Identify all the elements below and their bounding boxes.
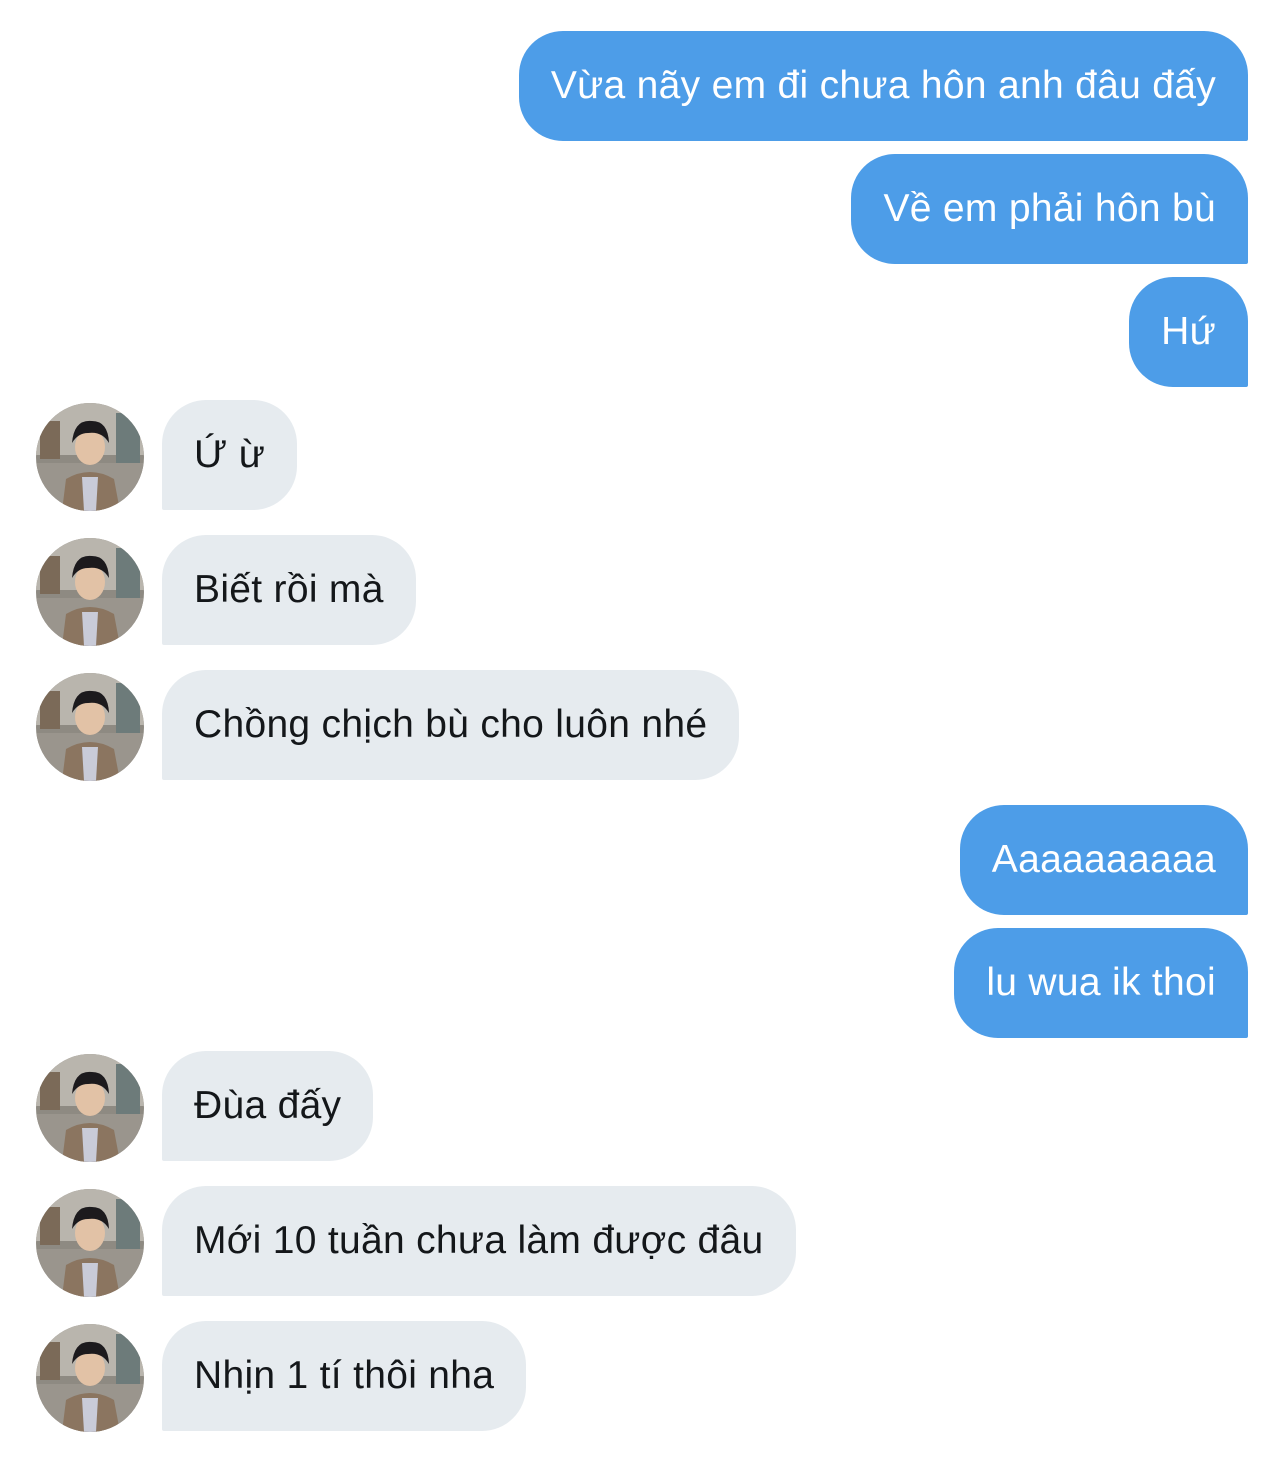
message-text: Ứ ừ [194,433,266,476]
received-message-bubble[interactable]: Mới 10 tuần chưa làm được đâu [162,1186,796,1296]
received-message-bubble[interactable]: Ứ ừ [162,400,298,510]
message-row-sent: lu wua ik thoi [0,928,1284,1038]
message-row-received: Nhịn 1 tí thôi nha [0,1321,1284,1432]
message-text: Vừa nãy em đi chưa hôn anh đâu đấy [550,64,1216,107]
message-row-received: Đùa đấy [0,1051,1284,1162]
contact-avatar[interactable] [36,538,144,646]
contact-avatar[interactable] [36,1189,144,1297]
message-text: Về em phải hôn bù [883,187,1216,230]
avatar-photo-icon [36,673,144,781]
message-thread: Vừa nãy em đi chưa hôn anh đâu đấy Về em… [0,0,1284,1460]
received-message-bubble[interactable]: Đùa đấy [162,1051,374,1161]
contact-avatar[interactable] [36,403,144,511]
contact-avatar[interactable] [36,1324,144,1432]
message-row-sent: Hứ [0,277,1284,387]
message-text: Đùa đấy [194,1084,342,1127]
avatar-photo-icon [36,538,144,646]
message-row-sent: Vừa nãy em đi chưa hôn anh đâu đấy [0,31,1284,141]
message-row-received: Chồng chịch bù cho luôn nhé [0,670,1284,781]
message-text: Biết rồi mà [194,568,384,611]
message-text: Chồng chịch bù cho luôn nhé [194,703,708,746]
avatar-photo-icon [36,1189,144,1297]
message-text: lu wua ik thoi [986,961,1216,1004]
message-row-sent: Về em phải hôn bù [0,154,1284,264]
received-message-bubble[interactable]: Nhịn 1 tí thôi nha [162,1321,527,1431]
sent-message-bubble[interactable]: Hứ [1129,277,1248,387]
avatar-photo-icon [36,1324,144,1432]
avatar-photo-icon [36,1054,144,1162]
message-row-received: Ứ ừ [0,400,1284,511]
message-text: Mới 10 tuần chưa làm được đâu [194,1219,764,1262]
message-row-received: Mới 10 tuần chưa làm được đâu [0,1186,1284,1297]
sent-message-bubble[interactable]: Vừa nãy em đi chưa hôn anh đâu đấy [518,31,1248,141]
message-row-received: Biết rồi mà [0,535,1284,646]
sent-message-bubble[interactable]: lu wua ik thoi [954,928,1248,1038]
sent-message-bubble[interactable]: Về em phải hôn bù [851,154,1248,264]
received-message-bubble[interactable]: Chồng chịch bù cho luôn nhé [162,670,740,780]
received-message-bubble[interactable]: Biết rồi mà [162,535,416,645]
contact-avatar[interactable] [36,1054,144,1162]
message-row-sent: Aaaaaaaaaa [0,805,1284,915]
contact-avatar[interactable] [36,673,144,781]
message-text: Nhịn 1 tí thôi nha [194,1354,495,1397]
message-text: Hứ [1161,310,1216,353]
sent-message-bubble[interactable]: Aaaaaaaaaa [959,805,1248,915]
avatar-photo-icon [36,403,144,511]
message-text: Aaaaaaaaaa [991,838,1216,881]
